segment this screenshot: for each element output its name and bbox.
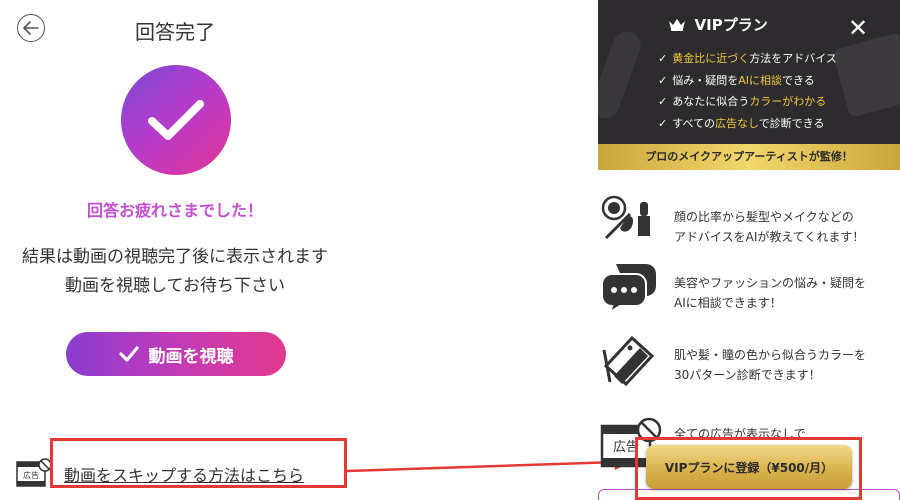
result-message: 結果は動画の視聴完了後に表示されます 動画を視聴してお待ち下さい (0, 243, 350, 301)
vip-benefit-item: ✓ あなたに似合うカラーがわかる (658, 95, 827, 108)
vip-benefit-item: ✓ 悩み・疑問をAIに相談できる (658, 73, 815, 87)
vip-button-highlight (635, 437, 862, 500)
vip-benefit-list: ✓ 黄金比に近づく方法をアドバイス ✓ 悩み・疑問をAIに相談できる ✓ あなたに似合… (658, 48, 837, 134)
result-line-1: 結果は動画の視聴完了後に表示されます (22, 247, 328, 267)
vip-banner: VIPプラン ✕ ✓ 黄金比に近づく方法をアドバイス ✓ 悩み・疑問をAIに相談でき… (598, 0, 900, 170)
vip-benefit-item: ✓ 黄金比に近づく方法をアドバイス (658, 52, 837, 65)
watch-video-button[interactable]: 動画を視聴 (66, 332, 286, 376)
chat-bubble-icon (600, 262, 658, 318)
decor-shape (832, 32, 900, 118)
watch-video-label: 動画を視聴 (148, 346, 234, 367)
close-icon[interactable]: ✕ (848, 14, 868, 42)
makeup-icon (600, 194, 658, 246)
checkmark-icon (148, 100, 204, 140)
vip-banner-footer: プロのメイクアップアーティストが監修！ (598, 144, 900, 170)
no-ads-icon: 広告 (16, 458, 52, 492)
feature-1-text: 顔の比率から髪型やメイクなどの アドバイスをAIが教えてくれます！ (674, 210, 865, 244)
completion-badge (121, 65, 231, 175)
check-icon (118, 346, 139, 362)
page-title: 回答完了 (135, 20, 215, 44)
thanks-message: 回答お疲れさまでした！ (86, 201, 263, 220)
skip-link-highlight (50, 438, 347, 488)
feature-3-text: 肌や髪・瞳の色から似合うカラーを 30パターン診断できます！ (674, 348, 867, 382)
feature-2-text: 美容やファッションの悩み・疑問を AIに相談できます！ (674, 276, 867, 310)
vip-banner-title-text: VIPプラン (694, 16, 768, 34)
vip-benefit-item: ✓ すべての広告なしで診断できる (658, 116, 825, 130)
result-line-2: 動画を視聴してお待ち下さい (65, 276, 285, 296)
ad-badge-text: 広告 (23, 470, 39, 480)
decor-shape (598, 27, 645, 123)
vip-banner-title: VIPプラン (598, 14, 838, 35)
color-swatch-icon (600, 332, 658, 394)
crown-icon (669, 19, 686, 31)
